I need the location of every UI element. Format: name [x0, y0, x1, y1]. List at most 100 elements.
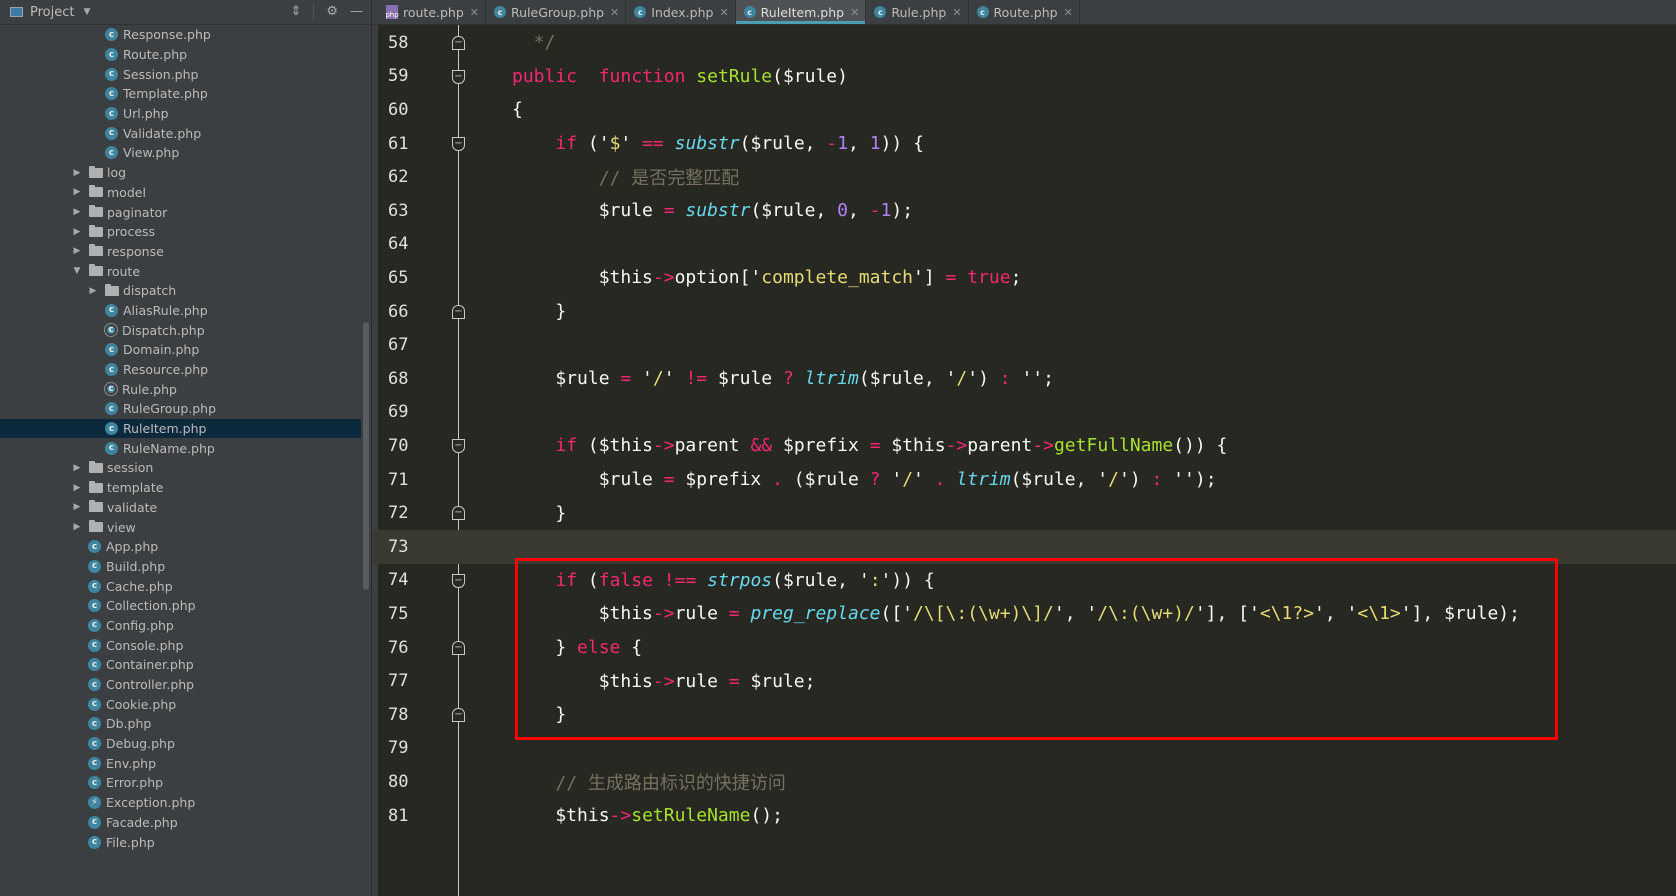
tree-file[interactable]: c Rule.php [0, 379, 361, 399]
fold-toggle-icon[interactable]: − [452, 506, 465, 521]
tree-file[interactable]: c AliasRule.php [0, 301, 361, 321]
tree-file[interactable]: c Validate.php [0, 123, 361, 143]
tree-file[interactable]: ⚡ Exception.php [0, 793, 361, 813]
tree-file[interactable]: c Console.php [0, 635, 361, 655]
code-line[interactable]: 80 // 生成路由标识的快捷访问 [372, 765, 1676, 799]
chevron-right-icon[interactable]: ▶ [72, 502, 82, 512]
fold-toggle-icon[interactable]: − [452, 136, 465, 151]
tree-file[interactable]: c Env.php [0, 753, 361, 773]
chevron-right-icon[interactable]: ▶ [72, 483, 82, 493]
tree-file[interactable]: c Session.php [0, 64, 361, 84]
close-icon[interactable]: ✕ [1064, 6, 1073, 19]
fold-toggle-icon[interactable]: − [452, 640, 465, 655]
code-line[interactable]: 65 $this->option['complete_match'] = tru… [372, 261, 1676, 295]
close-icon[interactable]: ✕ [952, 6, 961, 19]
tree-file[interactable]: c View.php [0, 143, 361, 163]
sidebar-scrollbar[interactable] [363, 322, 369, 590]
tree-file[interactable]: c Db.php [0, 714, 361, 734]
tree-folder-session[interactable]: ▶ session [0, 458, 361, 478]
tree-file[interactable]: c RuleGroup.php [0, 399, 361, 419]
tree-folder-response[interactable]: ▶ response [0, 242, 361, 262]
tree-file[interactable]: c Controller.php [0, 675, 361, 695]
code-line[interactable]: 69 [372, 396, 1676, 430]
tree-folder-route[interactable]: ▼ route [0, 261, 361, 281]
tree-file[interactable]: c Facade.php [0, 813, 361, 833]
code-line[interactable]: 71 $rule = $prefix . ($rule ? '/' . ltri… [372, 463, 1676, 497]
code-line[interactable]: 76 − } else { [372, 631, 1676, 665]
tree-folder-model[interactable]: ▶ model [0, 183, 361, 203]
fold-toggle-icon[interactable]: − [452, 36, 465, 50]
code-line[interactable]: 59 − public function setRule($rule) [372, 60, 1676, 94]
code-line[interactable]: 68 $rule = '/' != $rule ? ltrim($rule, '… [372, 362, 1676, 396]
tree-file[interactable]: c Collection.php [0, 596, 361, 616]
code-line[interactable]: 70− if ($this->parent && $prefix = $this… [372, 429, 1676, 463]
tree-file[interactable]: c Response.php [0, 25, 361, 45]
minimize-icon[interactable]: — [350, 4, 363, 19]
tree-file[interactable]: c Route.php [0, 45, 361, 65]
chevron-right-icon[interactable]: ▶ [88, 286, 98, 296]
tree-file[interactable]: c Build.php [0, 557, 361, 577]
code-line[interactable]: 58 − */ [372, 26, 1676, 60]
fold-toggle-icon[interactable]: − [452, 439, 465, 454]
chevron-right-icon[interactable]: ▶ [72, 463, 82, 473]
tree-file[interactable]: c Cookie.php [0, 694, 361, 714]
tree-folder-view[interactable]: ▶ view [0, 517, 361, 537]
code-line[interactable]: 75 $this->rule = preg_replace(['/\[\:(\w… [372, 597, 1676, 631]
fold-toggle-icon[interactable]: − [452, 69, 465, 84]
chevron-right-icon[interactable]: ▶ [72, 522, 82, 532]
collapse-all-icon[interactable]: ⇕ [290, 4, 301, 19]
close-icon[interactable]: ✕ [850, 6, 859, 19]
tree-folder-paginator[interactable]: ▶ paginator [0, 202, 361, 222]
tree-folder-template[interactable]: ▶ template [0, 478, 361, 498]
code-line[interactable]: 72 − } [372, 496, 1676, 530]
tree-folder-log[interactable]: ▶ log [0, 163, 361, 183]
tree-file[interactable]: c RuleItem.php [0, 418, 361, 439]
tab-ruleitem[interactable]: c RuleItem.php ✕ [735, 0, 867, 24]
tab-rulegroup[interactable]: c RuleGroup.php ✕ [486, 0, 627, 24]
code-line[interactable]: 79 [372, 732, 1676, 766]
tree-folder-dispatch[interactable]: ▶ dispatch [0, 281, 361, 301]
close-icon[interactable]: ✕ [610, 6, 619, 19]
code-line[interactable]: 67 [372, 328, 1676, 362]
tree-file[interactable]: c Domain.php [0, 340, 361, 360]
code-line[interactable]: 64 [372, 228, 1676, 262]
fold-toggle-icon[interactable]: − [452, 573, 465, 588]
fold-toggle-icon[interactable]: − [452, 304, 465, 319]
tree-folder-process[interactable]: ▶ process [0, 222, 361, 242]
tree-file[interactable]: c Template.php [0, 84, 361, 104]
code-line[interactable]: 62 // 是否完整匹配 [372, 160, 1676, 194]
chevron-right-icon[interactable]: ▶ [72, 207, 82, 217]
tree-file[interactable]: c Debug.php [0, 734, 361, 754]
gear-icon[interactable]: ⚙ [326, 4, 338, 19]
code-line[interactable]: 81 $this->setRuleName(); [372, 799, 1676, 833]
tab-route[interactable]: c Route.php ✕ [969, 0, 1080, 24]
chevron-right-icon[interactable]: ▶ [72, 246, 82, 256]
fold-toggle-icon[interactable]: − [452, 708, 465, 722]
project-panel-title[interactable]: Project [30, 5, 74, 20]
code-line[interactable]: 73 [372, 530, 1676, 564]
chevron-right-icon[interactable]: ▶ [72, 227, 82, 237]
code-line[interactable]: 60 { [372, 93, 1676, 127]
tree-file[interactable]: c App.php [0, 537, 361, 557]
close-icon[interactable]: ✕ [470, 6, 479, 19]
tree-file[interactable]: c Url.php [0, 104, 361, 124]
tree-file[interactable]: c File.php [0, 832, 361, 852]
tree-file[interactable]: c Config.php [0, 616, 361, 636]
code-line[interactable]: 63 $rule = substr($rule, 0, -1); [372, 194, 1676, 228]
code-line[interactable]: 78 − } [372, 698, 1676, 732]
tree-file[interactable]: c Container.php [0, 655, 361, 675]
tree-file[interactable]: c Error.php [0, 773, 361, 793]
tab-index[interactable]: c Index.php ✕ [626, 0, 736, 24]
close-icon[interactable]: ✕ [719, 6, 728, 19]
code-line[interactable]: 77 $this->rule = $rule; [372, 664, 1676, 698]
code-line[interactable]: 61− if ('$' == substr($rule, -1, 1)) { [372, 127, 1676, 161]
tree-file[interactable]: c RuleName.php [0, 438, 361, 458]
chevron-down-icon[interactable]: ▼ [83, 7, 90, 17]
tab-route[interactable]: php route.php ✕ [378, 0, 487, 24]
code-line[interactable]: 66 − } [372, 295, 1676, 329]
tab-rule[interactable]: c Rule.php ✕ [866, 0, 969, 24]
tree-file[interactable]: c Dispatch.php [0, 320, 361, 340]
tree-file[interactable]: c Resource.php [0, 360, 361, 380]
chevron-down-icon[interactable]: ▼ [72, 266, 82, 276]
code-editor[interactable]: 58 − */ 59 − public function setRule($rule) 6… [372, 25, 1676, 896]
